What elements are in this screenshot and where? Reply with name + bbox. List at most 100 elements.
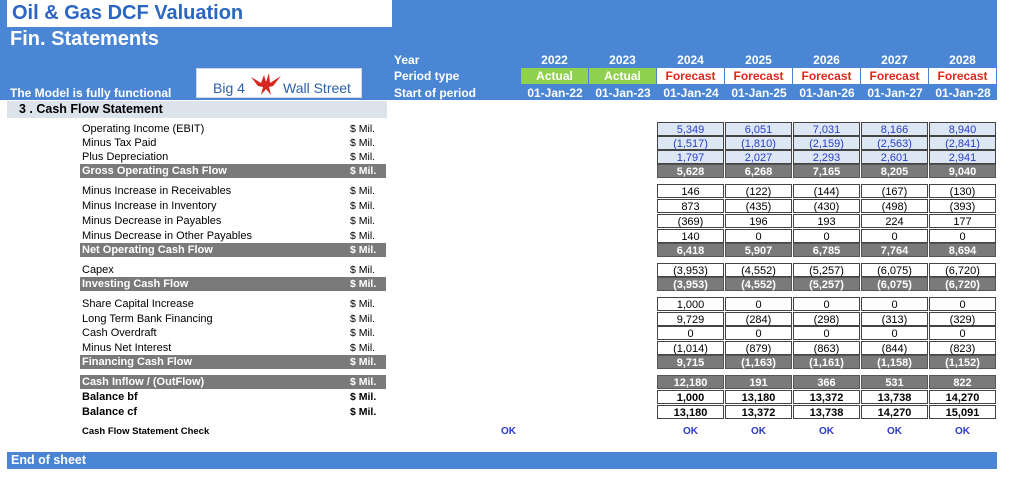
value-cell[interactable]: (6,075) bbox=[861, 277, 928, 291]
value-cell[interactable]: (1,163) bbox=[725, 355, 792, 369]
value-cell[interactable]: (4,552) bbox=[725, 277, 792, 291]
value-cell[interactable]: 13,372 bbox=[793, 390, 860, 404]
value-cell[interactable]: 0 bbox=[793, 326, 860, 340]
value-cell[interactable]: (435) bbox=[725, 199, 792, 213]
value-cell[interactable]: (498) bbox=[861, 199, 928, 213]
value-cell[interactable]: 13,372 bbox=[725, 405, 792, 419]
value-cell[interactable]: 531 bbox=[861, 375, 928, 389]
value-cell[interactable]: 0 bbox=[861, 297, 928, 311]
value-cell[interactable]: (6,720) bbox=[929, 277, 996, 291]
value-cell[interactable]: (2,159) bbox=[793, 136, 860, 150]
value-cell[interactable]: 822 bbox=[929, 375, 996, 389]
value-cell[interactable]: (5,257) bbox=[793, 263, 860, 277]
value-cell[interactable]: (284) bbox=[725, 312, 792, 326]
value-cell[interactable]: (3,953) bbox=[657, 263, 724, 277]
value-cell[interactable]: (3,953) bbox=[657, 277, 724, 291]
value-cell[interactable]: 146 bbox=[657, 184, 724, 198]
value-cell[interactable]: 7,031 bbox=[793, 122, 860, 136]
value-cell[interactable]: 13,180 bbox=[725, 390, 792, 404]
value-cell[interactable]: 0 bbox=[861, 229, 928, 243]
value-cell[interactable]: (1,161) bbox=[793, 355, 860, 369]
value-cell[interactable]: 2,293 bbox=[793, 150, 860, 164]
value-cell[interactable]: (1,014) bbox=[657, 341, 724, 355]
value-cell[interactable]: 5,628 bbox=[657, 164, 724, 178]
value-cell[interactable]: 0 bbox=[725, 297, 792, 311]
value-cell[interactable]: 8,694 bbox=[929, 243, 996, 257]
value-cell[interactable]: (879) bbox=[725, 341, 792, 355]
value-cell[interactable]: (144) bbox=[793, 184, 860, 198]
value-cell[interactable]: 7,165 bbox=[793, 164, 860, 178]
value-cell[interactable]: 9,729 bbox=[657, 312, 724, 326]
value-cell[interactable]: 14,270 bbox=[861, 405, 928, 419]
value-cell[interactable]: (863) bbox=[793, 341, 860, 355]
value-cell[interactable]: 2,027 bbox=[725, 150, 792, 164]
value-cell[interactable]: 0 bbox=[725, 326, 792, 340]
value-cell[interactable]: (823) bbox=[929, 341, 996, 355]
value-cell[interactable]: 14,270 bbox=[929, 390, 996, 404]
value-cell[interactable]: 140 bbox=[657, 229, 724, 243]
value-cell[interactable]: (130) bbox=[929, 184, 996, 198]
value-cell[interactable]: 224 bbox=[861, 214, 928, 228]
value-cell[interactable]: 13,738 bbox=[861, 390, 928, 404]
row-unit: $ Mil. bbox=[350, 391, 377, 403]
value-cell[interactable]: 366 bbox=[793, 375, 860, 389]
value-cell[interactable]: 1,000 bbox=[657, 297, 724, 311]
value-cell[interactable]: 5,907 bbox=[725, 243, 792, 257]
value-cell[interactable]: 0 bbox=[793, 297, 860, 311]
value-cell[interactable]: 7,764 bbox=[861, 243, 928, 257]
value-cell[interactable]: 191 bbox=[725, 375, 792, 389]
value-cell[interactable]: (1,158) bbox=[861, 355, 928, 369]
value-cell[interactable]: 0 bbox=[929, 297, 996, 311]
check-overall: OK bbox=[501, 426, 516, 437]
value-cell[interactable]: 6,051 bbox=[725, 122, 792, 136]
row-unit: $ Mil. bbox=[350, 264, 376, 276]
value-cell[interactable]: 196 bbox=[725, 214, 792, 228]
value-cell[interactable]: (1,152) bbox=[929, 355, 996, 369]
value-cell[interactable]: 177 bbox=[929, 214, 996, 228]
value-cell[interactable]: (298) bbox=[793, 312, 860, 326]
value-cell[interactable]: 1,000 bbox=[657, 390, 724, 404]
value-cell[interactable]: 0 bbox=[861, 326, 928, 340]
value-cell[interactable]: (2,841) bbox=[929, 136, 996, 150]
value-cell[interactable]: (5,257) bbox=[793, 277, 860, 291]
value-cell[interactable]: (393) bbox=[929, 199, 996, 213]
value-cell[interactable]: 0 bbox=[929, 326, 996, 340]
value-cell[interactable]: 2,941 bbox=[929, 150, 996, 164]
value-cell[interactable]: 6,268 bbox=[725, 164, 792, 178]
value-cell[interactable]: 6,785 bbox=[793, 243, 860, 257]
value-cell[interactable]: (313) bbox=[861, 312, 928, 326]
value-cell[interactable]: 873 bbox=[657, 199, 724, 213]
value-cell[interactable]: 8,166 bbox=[861, 122, 928, 136]
value-cell[interactable]: 1,797 bbox=[657, 150, 724, 164]
value-cell[interactable]: 0 bbox=[793, 229, 860, 243]
value-cell[interactable]: (122) bbox=[725, 184, 792, 198]
value-cell[interactable]: (167) bbox=[861, 184, 928, 198]
value-cell[interactable]: 9,715 bbox=[657, 355, 724, 369]
value-cell[interactable]: 0 bbox=[657, 326, 724, 340]
value-cell[interactable]: 0 bbox=[929, 229, 996, 243]
value-cell[interactable]: 9,040 bbox=[929, 164, 996, 178]
value-cell[interactable]: (369) bbox=[657, 214, 724, 228]
value-cell[interactable]: (4,552) bbox=[725, 263, 792, 277]
value-cell[interactable]: (329) bbox=[929, 312, 996, 326]
value-cell[interactable]: (844) bbox=[861, 341, 928, 355]
table-row: Balance bf $ Mil. 1,000 13,180 13,372 13… bbox=[0, 390, 1000, 404]
value-cell[interactable]: (430) bbox=[793, 199, 860, 213]
value-cell[interactable]: 12,180 bbox=[657, 375, 724, 389]
value-cell[interactable]: 193 bbox=[793, 214, 860, 228]
value-cell[interactable]: 13,180 bbox=[657, 405, 724, 419]
value-cell[interactable]: 13,738 bbox=[793, 405, 860, 419]
value-cell[interactable]: 8,940 bbox=[929, 122, 996, 136]
value-cell[interactable]: (6,075) bbox=[861, 263, 928, 277]
value-cell[interactable]: (1,810) bbox=[725, 136, 792, 150]
value-cell[interactable]: 0 bbox=[725, 229, 792, 243]
value-cell[interactable]: (1,517) bbox=[657, 136, 724, 150]
value-cell[interactable]: 6,418 bbox=[657, 243, 724, 257]
value-cell[interactable]: 8,205 bbox=[861, 164, 928, 178]
value-cell[interactable]: 2,601 bbox=[861, 150, 928, 164]
value-cell[interactable]: 5,349 bbox=[657, 122, 724, 136]
value-cell[interactable]: (6,720) bbox=[929, 263, 996, 277]
value-cell[interactable]: (2,563) bbox=[861, 136, 928, 150]
value-cell[interactable]: 15,091 bbox=[929, 405, 996, 419]
table-row: Cash Overdraft $ Mil. 0 0 0 0 0 bbox=[0, 326, 1000, 340]
